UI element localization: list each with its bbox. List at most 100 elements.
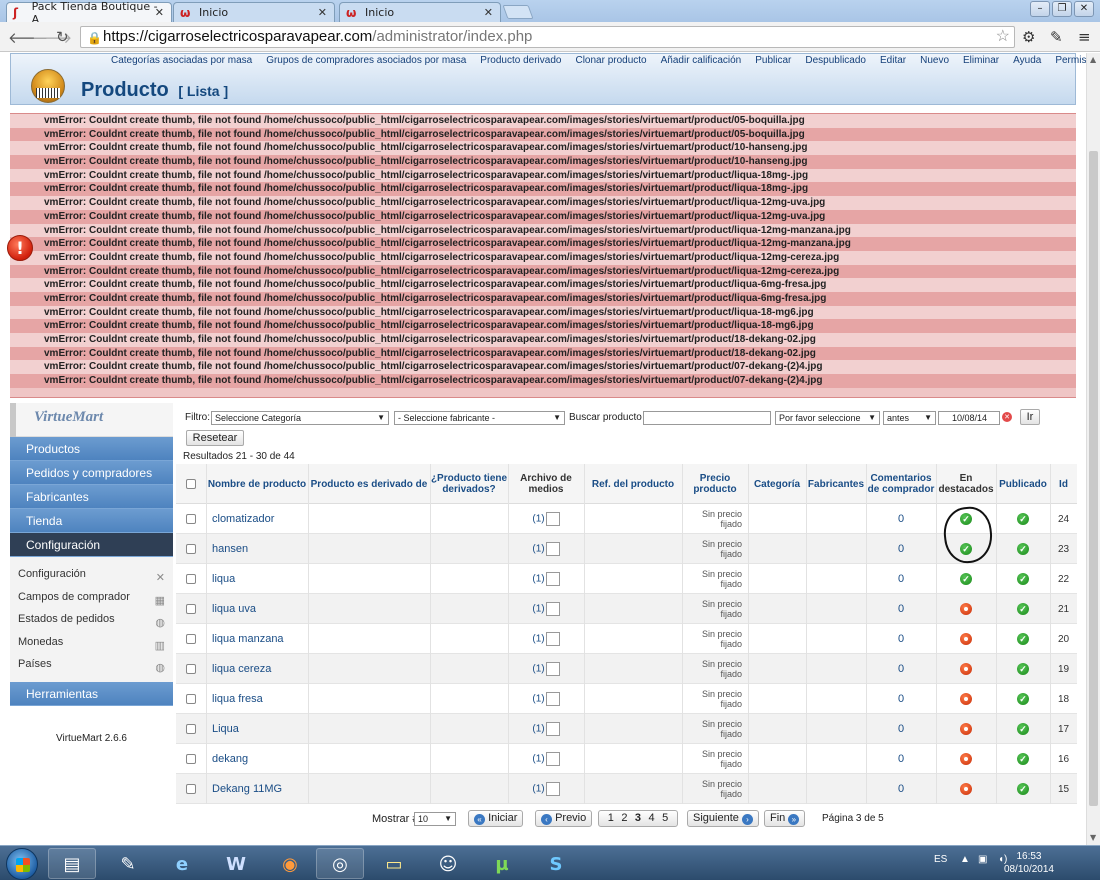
product-name-link[interactable]: clomatizador [212,513,274,525]
sidebar-subitem[interactable]: Campos de comprador ▦ [10,585,173,608]
product-name-link[interactable]: liqua uva [212,603,256,615]
reviews-count-link[interactable]: 0 [898,783,904,795]
toolbar-action-6[interactable]: Despublicado [805,55,866,66]
page-number-5[interactable]: 5 [662,811,668,826]
published-check-icon[interactable]: ✓ [1017,783,1029,795]
media-link[interactable]: (1) [532,692,560,706]
manufacturer-select[interactable]: - Seleccione fabricante - ▼ [394,411,565,425]
published-check-icon[interactable]: ✓ [1017,573,1029,585]
media-link[interactable]: (1) [532,722,560,736]
network-icon[interactable]: ▣ [978,854,987,865]
media-link[interactable]: (1) [532,572,560,586]
show-count-select[interactable]: 10 ▼ [414,812,456,826]
go-button[interactable]: Ir [1020,409,1040,425]
toolbar-action-9[interactable]: Eliminar [963,55,999,66]
page-number-4[interactable]: 4 [649,811,655,826]
published-check-icon[interactable]: ✓ [1017,543,1029,555]
product-name-link[interactable]: liqua [212,573,235,585]
chrome-menu-icon[interactable]: ≡ [1078,28,1091,46]
skype-icon[interactable]: S [532,848,580,879]
toolbar-action-8[interactable]: Nuevo [920,55,949,66]
reviews-count-link[interactable]: 0 [898,603,904,615]
date-input[interactable]: 10/08/14 [938,411,1000,425]
sidebar-item-configuraci-n[interactable]: Configuración [10,533,173,557]
featured-check-icon[interactable]: ✓ [960,573,972,585]
browser-tab-active[interactable]: ʃ Pack Tienda Boutique - A ✕ [6,0,172,26]
reviews-count-link[interactable]: 0 [898,513,904,525]
product-name-link[interactable]: liqua cereza [212,663,271,675]
row-checkbox[interactable] [186,544,196,554]
column-header[interactable]: Ref. del producto [584,464,682,504]
published-check-icon[interactable]: ✓ [1017,603,1029,615]
sidebar-subitem[interactable]: Estados de pedidos ◍ [10,608,173,631]
row-checkbox[interactable] [186,754,196,764]
utorrent-icon[interactable]: µ [478,848,526,879]
row-checkbox[interactable] [186,634,196,644]
reviews-count-link[interactable]: 0 [898,753,904,765]
system-clock[interactable]: 16:53 08/10/2014 [1004,850,1054,876]
column-header[interactable]: Publicado [996,464,1050,504]
tray-arrow-icon[interactable]: ▲ [960,854,970,865]
column-header[interactable]: Fabricantes [806,464,866,504]
product-name-link[interactable]: liqua fresa [212,693,263,705]
published-check-icon[interactable]: ✓ [1017,633,1029,645]
search-product-input[interactable] [643,411,771,425]
reload-icon[interactable]: ↻ [56,28,69,46]
browser-tab[interactable]: ω Inicio ✕ [339,2,501,22]
row-checkbox[interactable] [186,694,196,704]
column-header[interactable]: Categoría [748,464,806,504]
close-tab-icon[interactable]: ✕ [484,6,493,19]
not-featured-icon[interactable] [960,603,972,615]
column-header[interactable]: Precio producto [682,464,748,504]
toolbar-action-2[interactable]: Producto derivado [480,55,561,66]
page-number-1[interactable]: 1 [608,811,614,826]
word-icon[interactable]: W [212,848,260,879]
before-after-select[interactable]: antes ▼ [883,411,936,425]
media-link[interactable]: (1) [532,632,560,646]
new-tab-button[interactable] [502,5,534,19]
media-link[interactable]: (1) [532,662,560,676]
toolbar-action-11[interactable]: Permisos [1055,55,1086,66]
toolbar-action-5[interactable]: Publicar [755,55,791,66]
sidebar-subitem[interactable]: Configuración ✕ [10,563,173,586]
close-tab-icon[interactable]: ✕ [318,6,327,19]
toolbar-action-10[interactable]: Ayuda [1013,55,1041,66]
scroll-up-icon[interactable]: ▲ [1090,55,1096,64]
sidebar-subitem[interactable]: Países ◍ [10,653,173,676]
sidebar-collapse-handle[interactable] [10,403,16,437]
date-filter-select[interactable]: Por favor seleccione ▼ [775,411,880,425]
toolbar-action-0[interactable]: Categorías asociadas por masa [111,55,252,66]
chrome-icon[interactable]: ◎ [316,848,364,879]
reviews-count-link[interactable]: 0 [898,663,904,675]
toolbar-action-7[interactable]: Editar [880,55,906,66]
row-checkbox[interactable] [186,784,196,794]
gimp-icon[interactable]: ✎ [104,848,152,879]
reviews-count-link[interactable]: 0 [898,693,904,705]
select-all-checkbox[interactable] [186,479,196,489]
column-header[interactable]: Producto es derivado de [308,464,430,504]
not-featured-icon[interactable] [960,633,972,645]
row-checkbox[interactable] [186,664,196,674]
page-number-2[interactable]: 2 [621,811,627,826]
row-checkbox[interactable] [186,514,196,524]
people-icon[interactable]: ☺ [424,848,472,879]
not-featured-icon[interactable] [960,753,972,765]
internet-explorer-icon[interactable]: e [158,848,206,879]
not-featured-icon[interactable] [960,663,972,675]
toolbar-action-1[interactable]: Grupos de compradores asociados por masa [266,55,466,66]
not-featured-icon[interactable] [960,723,972,735]
column-header[interactable]: ¿Producto tiene derivados? [430,464,508,504]
column-header[interactable]: Comentarios de comprador [866,464,936,504]
published-check-icon[interactable]: ✓ [1017,693,1029,705]
sidebar-item-pedidos-y-compradores[interactable]: Pedidos y compradores [10,461,173,485]
maximize-button[interactable]: ❐ [1052,1,1072,17]
page-scrollbar[interactable]: ▲ ▼ [1086,53,1100,845]
file-explorer-icon[interactable]: ▤ [48,848,96,879]
language-indicator[interactable]: ES [934,854,947,865]
column-header[interactable]: Nombre de producto [206,464,308,504]
row-checkbox[interactable] [186,574,196,584]
media-link[interactable]: (1) [532,602,560,616]
sidebar-item-fabricantes[interactable]: Fabricantes [10,485,173,509]
media-link[interactable]: (1) [532,752,560,766]
page-number-3[interactable]: 3 [635,811,641,826]
